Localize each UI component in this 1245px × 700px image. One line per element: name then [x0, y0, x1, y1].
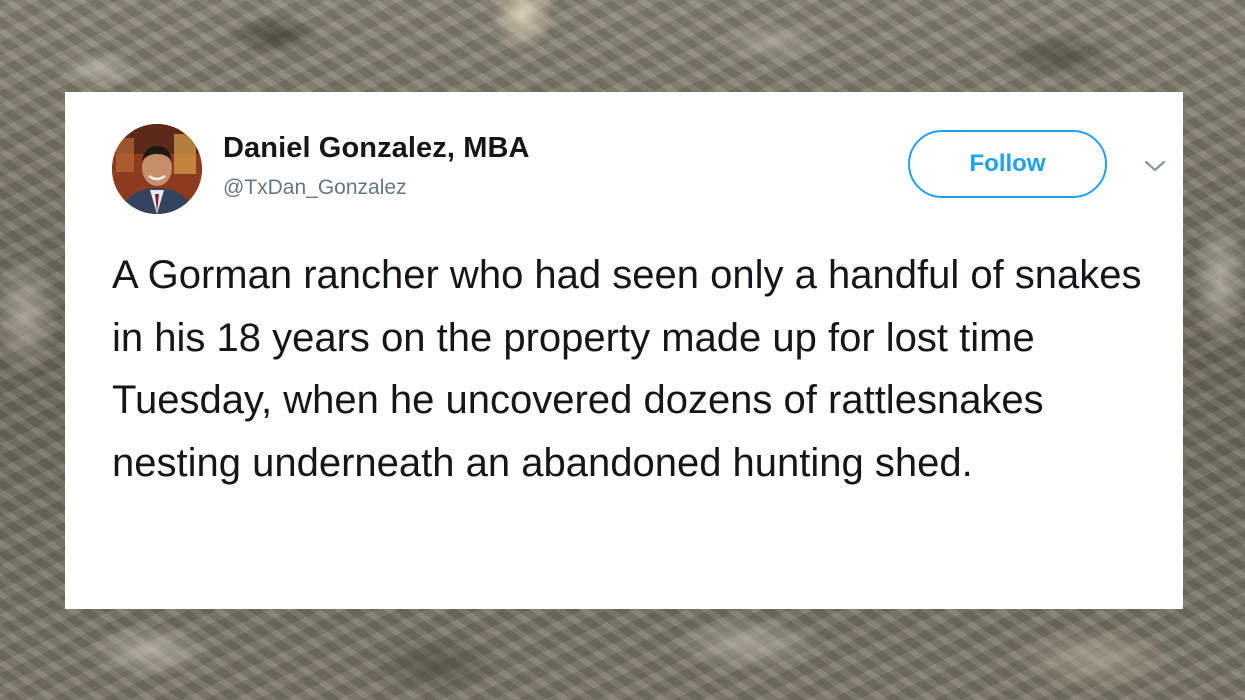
chevron-down-icon[interactable]: [1143, 158, 1167, 174]
avatar[interactable]: [112, 124, 202, 214]
author-name[interactable]: Daniel Gonzalez, MBA: [223, 132, 530, 165]
follow-button[interactable]: Follow: [908, 130, 1107, 198]
tweet-text: A Gorman rancher who had seen only a han…: [112, 253, 1142, 485]
tweet-card: Daniel Gonzalez, MBA @TxDan_Gonzalez Fol…: [65, 92, 1183, 609]
author-handle[interactable]: @TxDan_Gonzalez: [223, 176, 407, 200]
